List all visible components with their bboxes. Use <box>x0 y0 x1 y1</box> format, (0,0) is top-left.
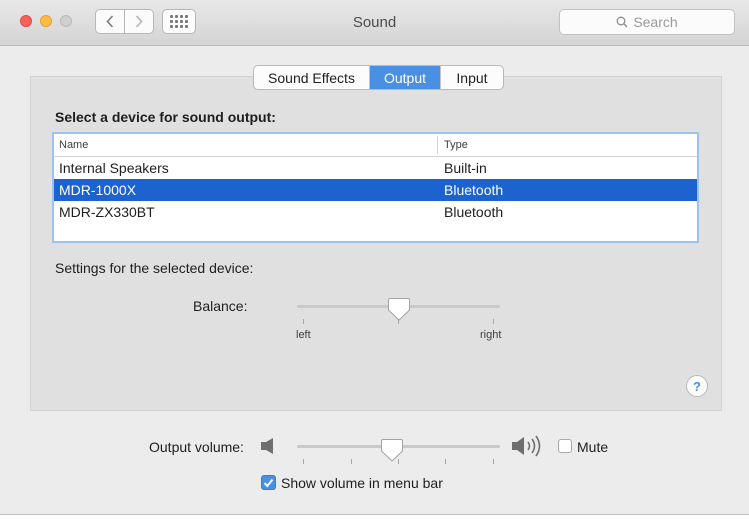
speaker-high-icon <box>512 435 541 457</box>
tab-sound-effects[interactable]: Sound Effects <box>254 66 370 89</box>
tab-output[interactable]: Output <box>370 66 441 89</box>
device-type: Built-in <box>444 160 487 176</box>
balance-tick <box>493 319 494 324</box>
checkmark-icon <box>263 478 274 488</box>
sound-preferences-window: Sound Search Sound Effects Output Input … <box>0 0 749 515</box>
balance-tick <box>303 319 304 324</box>
mute-label[interactable]: Mute <box>577 439 608 455</box>
search-placeholder: Search <box>633 14 678 30</box>
volume-tick <box>303 459 304 464</box>
volume-slider-thumb[interactable] <box>380 438 404 463</box>
mute-checkbox[interactable] <box>558 439 572 453</box>
column-divider <box>437 136 438 154</box>
device-name: Internal Speakers <box>59 160 169 176</box>
output-device-table: Name Type Internal Speakers Built-in MDR… <box>52 132 699 243</box>
balance-label: Balance: <box>193 298 248 314</box>
balance-right-label: right <box>480 329 502 341</box>
search-icon <box>616 16 628 28</box>
device-row-internal-speakers[interactable]: Internal Speakers Built-in <box>54 157 697 179</box>
balance-left-label: left <box>296 329 311 341</box>
volume-tick <box>398 459 399 464</box>
search-field[interactable]: Search <box>559 9 735 35</box>
device-type: Bluetooth <box>444 182 504 198</box>
volume-tick <box>445 459 446 464</box>
device-row-mdr-1000x[interactable]: MDR-1000X Bluetooth <box>54 179 697 201</box>
table-header: Name Type <box>54 134 697 157</box>
tab-input[interactable]: Input <box>441 66 503 89</box>
output-volume-label: Output volume: <box>149 439 244 455</box>
device-row-mdr-zx330bt[interactable]: MDR-ZX330BT Bluetooth <box>54 201 697 223</box>
column-header-type[interactable]: Type <box>444 139 468 151</box>
help-button[interactable]: ? <box>686 375 708 397</box>
balance-tick <box>398 319 399 324</box>
column-header-name[interactable]: Name <box>59 139 88 151</box>
output-device-heading: Select a device for sound output: <box>55 109 276 125</box>
speaker-low-icon <box>261 438 273 454</box>
device-name: MDR-1000X <box>59 182 137 198</box>
tab-bar: Sound Effects Output Input <box>253 65 504 90</box>
volume-tick <box>493 459 494 464</box>
show-volume-checkbox[interactable] <box>261 475 276 490</box>
show-volume-label[interactable]: Show volume in menu bar <box>281 475 443 491</box>
title-bar: Sound Search <box>0 0 749 46</box>
device-type: Bluetooth <box>444 204 504 220</box>
device-name: MDR-ZX330BT <box>59 204 155 220</box>
volume-tick <box>351 459 352 464</box>
output-panel <box>30 76 722 411</box>
settings-heading: Settings for the selected device: <box>55 260 254 276</box>
